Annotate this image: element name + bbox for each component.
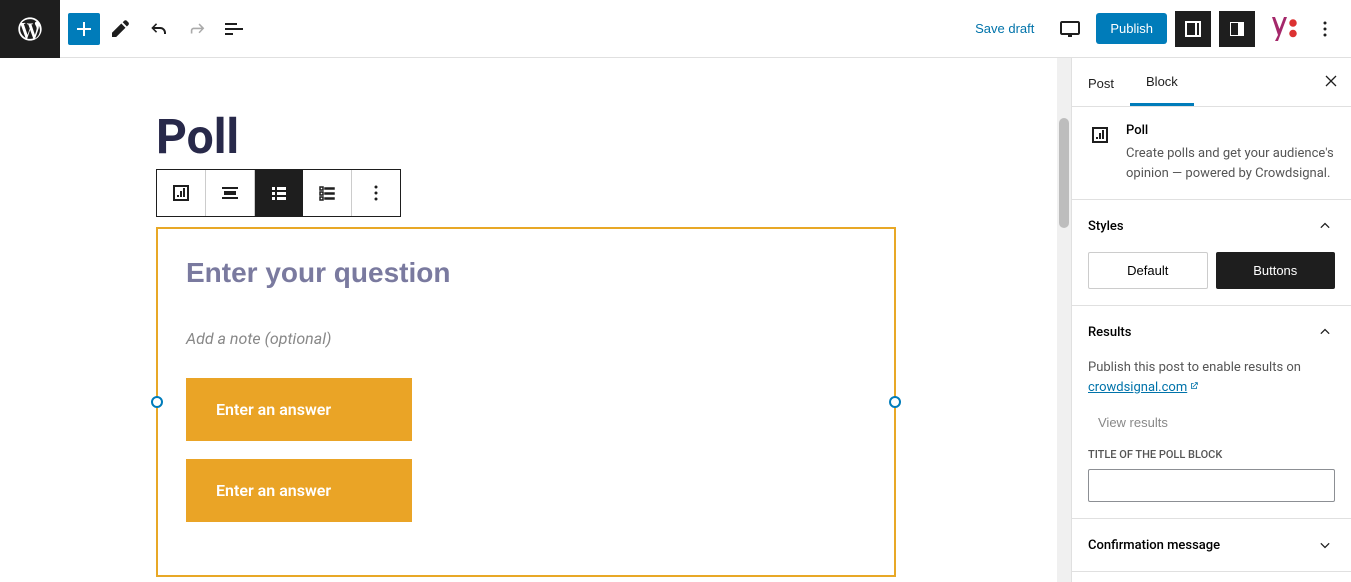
styles-title: Styles (1088, 219, 1124, 234)
block-toolbar (156, 169, 401, 217)
chevron-up-icon (1315, 216, 1335, 236)
resize-handle-left[interactable] (151, 396, 163, 408)
tab-block[interactable]: Block (1130, 58, 1194, 106)
publish-button[interactable]: Publish (1096, 13, 1167, 44)
more-vertical-icon (1313, 17, 1337, 41)
scrollbar[interactable] (1057, 58, 1071, 582)
chevron-down-icon (1315, 535, 1335, 555)
settings-sidebar: Post Block Poll Create polls and get you… (1071, 58, 1351, 582)
style-default-button[interactable]: Default (1088, 252, 1208, 289)
more-vertical-icon (364, 181, 388, 205)
sidebar-icon (1181, 17, 1205, 41)
external-link-icon (1189, 381, 1199, 391)
results-description: Publish this post to enable results on c… (1088, 358, 1335, 397)
preview-button[interactable] (1052, 11, 1088, 47)
results-title: Results (1088, 325, 1131, 340)
block-inserter-button[interactable] (68, 13, 100, 45)
align-icon (218, 181, 242, 205)
confirmation-panel-header[interactable]: Confirmation message (1072, 519, 1351, 571)
list-style-outline-button[interactable] (303, 170, 351, 216)
poll-note[interactable]: Add a note (optional) (186, 329, 866, 348)
editor-topbar: Save draft Publish (0, 0, 1351, 58)
poll-question-input[interactable] (186, 257, 866, 289)
styles-panel-header[interactable]: Styles (1072, 200, 1351, 252)
chevron-up-icon (1315, 322, 1335, 342)
save-draft-button[interactable]: Save draft (965, 15, 1044, 42)
yoast-icon (1263, 11, 1299, 47)
tab-post[interactable]: Post (1072, 58, 1130, 106)
style-buttons-button[interactable]: Buttons (1216, 252, 1336, 289)
block-name: Poll (1126, 123, 1335, 138)
list-view-icon (222, 17, 246, 41)
crowdsignal-icon (1225, 17, 1249, 41)
poll-answer-1[interactable]: Enter an answer (186, 378, 412, 441)
close-sidebar-button[interactable] (1319, 70, 1343, 94)
redo-icon (184, 17, 208, 41)
confirmation-title: Confirmation message (1088, 538, 1220, 553)
block-more-button[interactable] (352, 170, 400, 216)
poll-title-label: Title of the Poll Block (1088, 448, 1335, 461)
poll-block[interactable]: Add a note (optional) Enter an answer En… (156, 227, 896, 577)
block-description: Create polls and get your audience's opi… (1126, 144, 1335, 183)
resize-handle-right[interactable] (889, 396, 901, 408)
poll-icon (1088, 123, 1112, 147)
crowdsignal-toggle[interactable] (1219, 11, 1255, 47)
more-options-button[interactable] (1307, 11, 1343, 47)
editor-canvas[interactable]: Poll (0, 58, 1071, 582)
tools-button[interactable] (102, 11, 138, 47)
list-filled-icon (267, 181, 291, 205)
yoast-toggle[interactable] (1263, 11, 1299, 47)
redo-button[interactable] (178, 11, 214, 47)
list-outline-icon (315, 181, 339, 205)
poll-icon (169, 181, 193, 205)
desktop-icon (1058, 17, 1082, 41)
undo-button[interactable] (140, 11, 176, 47)
wordpress-icon (16, 15, 44, 43)
view-results-button[interactable]: View results (1098, 415, 1168, 430)
poll-title-input[interactable] (1088, 469, 1335, 502)
plus-icon (72, 17, 96, 41)
pencil-icon (108, 17, 132, 41)
document-overview-button[interactable] (216, 11, 252, 47)
list-style-filled-button[interactable] (255, 170, 303, 216)
crowdsignal-link[interactable]: crowdsignal.com (1088, 380, 1199, 395)
align-button[interactable] (206, 170, 254, 216)
undo-icon (146, 17, 170, 41)
close-icon (1321, 71, 1341, 91)
settings-sidebar-toggle[interactable] (1175, 11, 1211, 47)
post-title[interactable]: Poll (156, 108, 896, 165)
block-type-button[interactable] (157, 170, 205, 216)
wordpress-logo[interactable] (0, 0, 60, 58)
results-panel-header[interactable]: Results (1072, 306, 1351, 358)
poll-answer-2[interactable]: Enter an answer (186, 459, 412, 522)
